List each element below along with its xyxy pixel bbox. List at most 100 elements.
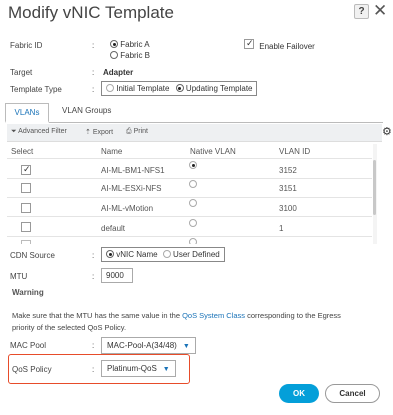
colon: : <box>92 41 95 50</box>
chevron-down-icon: ▼ <box>182 343 190 350</box>
colon: : <box>92 341 95 350</box>
mac-pool-dropdown[interactable]: MAC-Pool-A(34/48) ▼ <box>101 337 196 354</box>
export-button[interactable]: ⇡ Export <box>85 128 113 136</box>
column-header-vlan-id[interactable]: VLAN ID <box>279 147 310 156</box>
updating-template-label: Updating Template <box>185 84 253 93</box>
row-select-checkbox[interactable] <box>21 203 31 215</box>
column-header-select[interactable]: Select <box>11 147 33 156</box>
vlan-name: AI-ML-vMotion <box>101 204 154 213</box>
filter-icon: ⏷ <box>11 128 17 135</box>
qos-policy-dropdown[interactable]: Platinum-QoS ▼ <box>101 360 176 377</box>
column-header-name[interactable]: Name <box>101 147 122 156</box>
export-icon: ⇡ <box>85 129 91 136</box>
vlan-name: AI-ML-ESXi-NFS <box>101 184 162 193</box>
colon: : <box>92 85 95 94</box>
fabric-a-label: Fabric A <box>120 40 150 49</box>
radio-unselected-icon <box>162 250 171 258</box>
table-scrollbar-thumb[interactable] <box>373 160 376 215</box>
cdn-source-radio-group: vNIC Name User Defined <box>101 247 225 262</box>
advanced-filter-label: Advanced Filter <box>18 128 67 135</box>
help-button[interactable]: ? <box>354 4 369 19</box>
radio-unselected-icon <box>189 180 197 188</box>
mtu-input[interactable]: 9000 <box>101 268 133 283</box>
template-type-radio-group: Initial Template Updating Template <box>101 81 258 96</box>
row-select-checkbox[interactable] <box>21 164 31 177</box>
tab-vlans[interactable]: VLANs <box>5 103 49 123</box>
row-select-checkbox[interactable] <box>21 222 31 234</box>
updating-template-radio[interactable]: Updating Template <box>175 84 253 93</box>
checkbox-unchecked-icon <box>21 183 31 193</box>
row-divider <box>7 216 372 217</box>
warning-text-before: Make sure that the MTU has the same valu… <box>12 311 183 320</box>
colon: : <box>92 251 95 260</box>
colon: : <box>92 272 95 281</box>
qos-system-class-link[interactable]: QoS System Class <box>182 311 245 320</box>
native-vlan-radio[interactable] <box>189 180 197 189</box>
cancel-button[interactable]: Cancel <box>325 384 380 403</box>
vnic-name-label: vNIC Name <box>116 250 158 259</box>
vlan-id: 3151 <box>279 184 297 193</box>
vlan-name: default <box>101 224 126 233</box>
user-defined-radio[interactable]: User Defined <box>162 250 220 259</box>
mac-pool-label: MAC Pool <box>10 341 47 350</box>
fabric-b-label: Fabric B <box>120 51 151 60</box>
close-icon[interactable]: ✕ <box>373 2 387 19</box>
mac-pool-value: MAC-Pool-A(34/48) <box>107 341 177 350</box>
vlan-name: AI-ML-BM1-NFS1 <box>101 166 165 175</box>
native-vlan-radio-partial <box>189 238 197 244</box>
row-select-checkbox[interactable] <box>21 183 31 195</box>
chevron-down-icon: ▼ <box>162 366 170 373</box>
native-vlan-radio[interactable] <box>189 161 197 170</box>
colon: : <box>92 365 95 374</box>
radio-selected-icon <box>110 40 118 48</box>
target-label: Target <box>10 68 33 77</box>
tab-divider <box>5 122 383 123</box>
vnic-name-radio[interactable]: vNIC Name <box>106 250 158 259</box>
print-button[interactable]: ⎙ Print <box>126 128 148 136</box>
header-divider <box>7 158 372 159</box>
radio-unselected-icon <box>189 199 197 207</box>
fabric-b-radio[interactable]: Fabric B <box>110 51 150 60</box>
row-divider <box>7 197 372 198</box>
advanced-filter-button[interactable]: ⏷ Advanced Filter <box>11 128 67 136</box>
print-icon: ⎙ <box>126 128 132 135</box>
radio-unselected-icon <box>189 238 197 244</box>
fabric-a-radio[interactable]: Fabric A <box>110 40 150 49</box>
mtu-label: MTU <box>10 272 28 281</box>
initial-template-radio[interactable]: Initial Template <box>106 84 169 93</box>
export-label: Export <box>92 129 114 136</box>
column-header-native-vlan[interactable]: Native VLAN <box>190 147 236 156</box>
fabric-id-label: Fabric ID <box>10 41 43 50</box>
checkbox-unchecked-icon <box>21 222 31 232</box>
row-select-checkbox-partial <box>21 240 31 244</box>
native-vlan-radio[interactable] <box>189 199 197 208</box>
enable-failover-label: Enable Failover <box>259 42 315 51</box>
warning-message: Make sure that the MTU has the same valu… <box>12 310 342 334</box>
vlan-id: 3152 <box>279 166 297 175</box>
ok-button[interactable]: OK <box>279 384 319 403</box>
radio-unselected-icon <box>106 84 114 92</box>
vlan-id: 1 <box>279 224 284 233</box>
row-divider <box>7 178 372 179</box>
row-divider <box>7 236 372 237</box>
colon: : <box>92 68 95 77</box>
radio-unselected-icon <box>110 51 118 59</box>
enable-failover-checkbox[interactable]: Enable Failover <box>244 38 315 51</box>
checkbox-checked-icon <box>21 164 31 175</box>
warning-title: Warning <box>12 288 44 297</box>
vlan-id: 3100 <box>279 204 297 213</box>
radio-unselected-icon <box>189 219 197 227</box>
radio-selected-icon <box>106 250 114 258</box>
tab-vlan-groups[interactable]: VLAN Groups <box>62 106 111 115</box>
gear-icon[interactable]: ⚙ <box>382 125 392 138</box>
user-defined-label: User Defined <box>173 250 220 259</box>
qos-policy-value: Platinum-QoS <box>107 364 157 373</box>
checkbox-checked-icon <box>244 38 254 49</box>
target-value: Adapter <box>103 68 134 77</box>
native-vlan-radio[interactable] <box>189 219 197 228</box>
cdn-source-label: CDN Source <box>10 251 55 260</box>
dialog-title: Modify vNIC Template <box>8 3 174 22</box>
checkbox-unchecked-icon <box>21 203 31 213</box>
template-type-label: Template Type <box>10 85 62 94</box>
radio-selected-icon <box>189 161 197 169</box>
